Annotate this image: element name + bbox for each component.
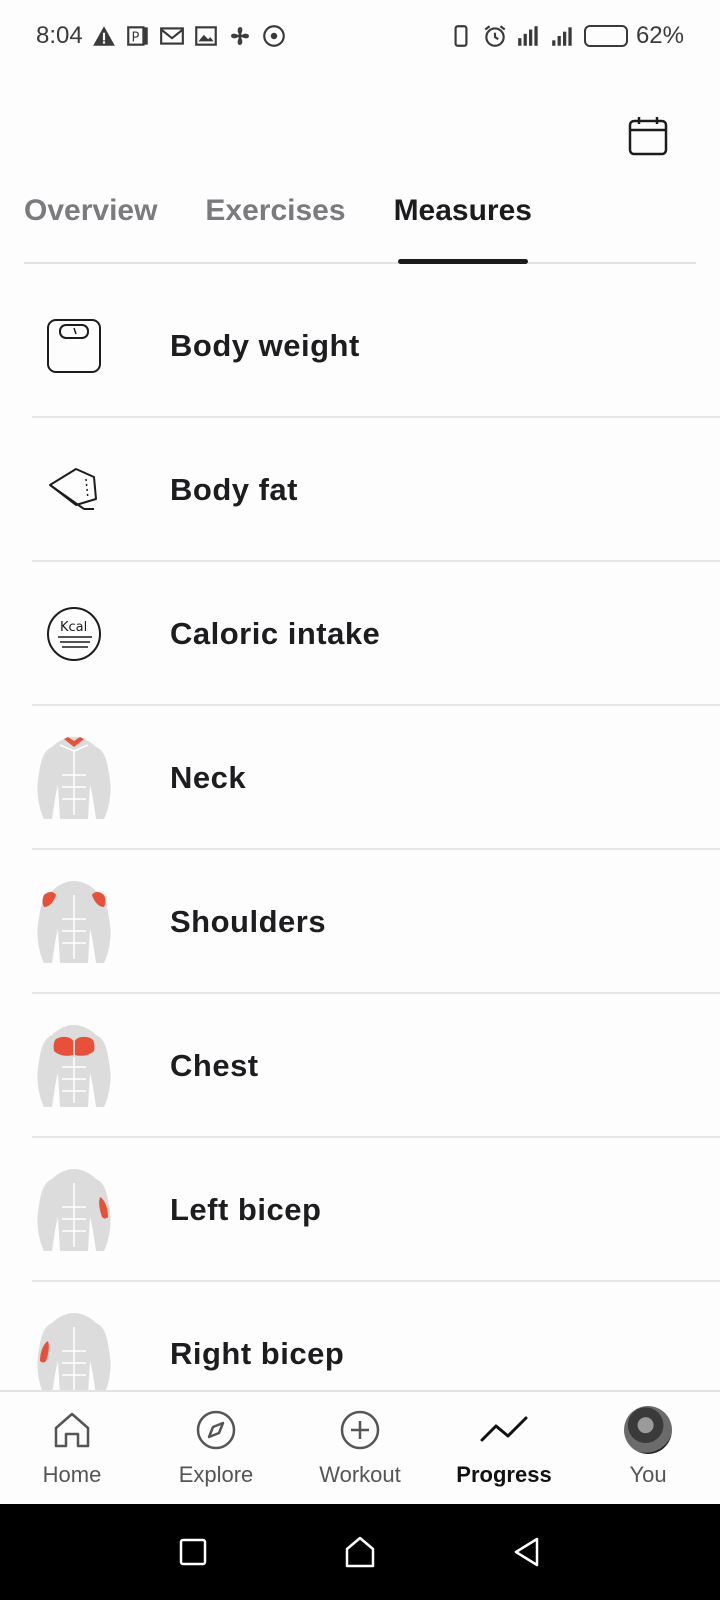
home-system-button[interactable] — [338, 1530, 382, 1574]
measures-list: Body weight Body fat Kcal Caloric intake — [0, 274, 720, 1390]
measure-label: Right bicep — [170, 1336, 345, 1371]
nav-home[interactable]: Home — [0, 1392, 144, 1504]
body-right-bicep-icon — [32, 1309, 116, 1390]
measure-label: Left bicep — [170, 1192, 322, 1227]
image-icon — [193, 23, 219, 49]
target-icon — [261, 23, 287, 49]
calendar-icon — [628, 117, 668, 156]
body-shoulders-icon — [32, 877, 116, 967]
body-left-bicep-icon — [32, 1165, 116, 1255]
system-navigation-bar — [0, 1504, 720, 1600]
status-time: 8:04 — [36, 22, 83, 49]
nav-label: Home — [42, 1462, 102, 1487]
measure-label: Body weight — [170, 328, 360, 363]
tab-bar: Overview Exercises Measures — [24, 180, 696, 264]
svg-text:Kcal: Kcal — [60, 620, 87, 635]
measure-label: Shoulders — [170, 904, 327, 939]
nav-label: You — [629, 1462, 667, 1487]
pinwheel-icon — [227, 23, 253, 49]
measure-item-caloric-intake[interactable]: Kcal Caloric intake — [0, 562, 720, 706]
plus-circle-icon — [336, 1406, 384, 1454]
alarm-icon — [482, 23, 508, 49]
scale-icon — [32, 301, 116, 391]
measure-item-body-weight[interactable]: Body weight — [0, 274, 720, 418]
bottom-navigation: Home Explore Workout Progress You — [0, 1390, 720, 1504]
status-bar: 8:04 P 62% — [0, 0, 720, 72]
nav-explore[interactable]: Explore — [144, 1392, 288, 1504]
warning-icon — [91, 23, 117, 49]
nav-workout[interactable]: Workout — [288, 1392, 432, 1504]
measure-item-shoulders[interactable]: Shoulders — [0, 850, 720, 994]
avatar — [624, 1406, 672, 1454]
tab-overview[interactable]: Overview — [24, 180, 157, 262]
nav-label: Explore — [178, 1462, 254, 1487]
measure-label: Chest — [170, 1048, 259, 1083]
tab-exercises[interactable]: Exercises — [205, 180, 345, 262]
measure-label: Body fat — [170, 472, 298, 507]
body-neck-icon — [32, 733, 116, 823]
measure-item-chest[interactable]: Chest — [0, 994, 720, 1138]
nav-progress[interactable]: Progress — [432, 1392, 576, 1504]
measure-item-left-bicep[interactable]: Left bicep — [0, 1138, 720, 1282]
square-icon — [180, 1538, 207, 1566]
signal-hd-icon — [516, 23, 542, 49]
caliper-icon — [32, 445, 116, 535]
mail-icon — [159, 23, 185, 49]
parking-icon: P — [125, 23, 151, 49]
measure-item-body-fat[interactable]: Body fat — [0, 418, 720, 562]
trend-icon — [480, 1406, 528, 1454]
home-icon — [48, 1406, 96, 1454]
compass-icon — [192, 1406, 240, 1454]
recents-button[interactable] — [171, 1530, 215, 1574]
svg-text:P: P — [131, 30, 139, 45]
back-button[interactable] — [505, 1530, 549, 1574]
body-chest-icon — [32, 1021, 116, 1111]
measure-item-right-bicep[interactable]: Right bicep — [0, 1282, 720, 1390]
measure-item-neck[interactable]: Neck — [0, 706, 720, 850]
vibrate-icon — [448, 23, 474, 49]
nav-label: Progress — [456, 1462, 552, 1487]
tab-measures[interactable]: Measures — [394, 180, 532, 264]
nav-you[interactable]: You — [576, 1392, 720, 1504]
calendar-button[interactable] — [624, 112, 672, 160]
measure-label: Caloric intake — [170, 616, 381, 651]
back-triangle-icon — [514, 1537, 538, 1567]
kcal-icon: Kcal — [32, 589, 116, 679]
battery-icon — [583, 25, 628, 47]
nav-label: Workout — [319, 1462, 401, 1487]
battery-percent: 62% — [635, 22, 684, 49]
signal-icon — [550, 23, 576, 49]
measure-label: Neck — [170, 760, 247, 795]
house-outline-icon — [345, 1536, 375, 1568]
